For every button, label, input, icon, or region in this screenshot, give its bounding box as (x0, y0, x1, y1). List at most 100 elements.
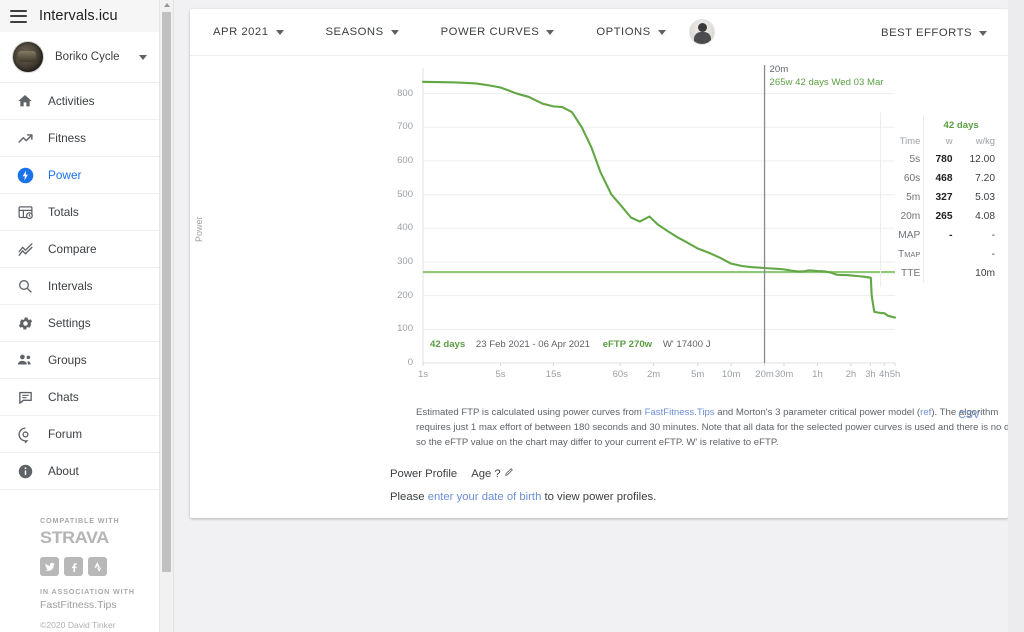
facebook-icon[interactable] (64, 557, 83, 576)
chevron-down-icon (979, 30, 987, 36)
legend-eftp: eFTP 270w (602, 339, 653, 350)
twitter-icon[interactable] (40, 557, 59, 576)
y-tick: 100 (397, 323, 413, 335)
table-row: TTE 10m (885, 264, 998, 283)
x-tick: 15s (545, 369, 562, 380)
row-time: MAP (898, 230, 921, 241)
table-header-row: Time w w/kg (885, 131, 998, 150)
sidebar-item-about[interactable]: About (0, 453, 159, 490)
page-right-edge (1008, 0, 1024, 632)
row-w: 780 (923, 150, 956, 169)
row-time: TMAP (898, 249, 921, 260)
x-tick: 5h (889, 369, 901, 380)
sidebar-item-settings[interactable]: Settings (0, 305, 159, 342)
scrollbar-thumb[interactable] (162, 12, 171, 572)
x-tick: 1h (812, 369, 823, 380)
sidebar-item-label: Fitness (48, 131, 87, 145)
menu-seasons[interactable]: SEASONS (317, 20, 408, 44)
row-w (923, 264, 956, 283)
scroll-up-arrow-icon[interactable] (163, 3, 170, 7)
power-curve-chart[interactable]: Power 0 100 200 300 400 500 600 700 800 1s 5s 15s 6… (190, 56, 1008, 401)
table-row: 5m 327 5.03 (885, 188, 998, 207)
profile-name: Boriko Cycle (55, 51, 120, 63)
table-row: 5s 780 12.00 (885, 150, 998, 169)
x-tick: 5m (691, 369, 705, 380)
menu-label: BEST EFFORTS (881, 27, 972, 39)
social-links (40, 557, 159, 576)
best-efforts-grid: 42 days Time w w/kg 5s 780 12.00 60s 468… (885, 116, 998, 283)
row-w (923, 245, 956, 264)
menu-best-efforts[interactable]: BEST EFFORTS (872, 21, 996, 45)
y-axis-label: Power (194, 216, 204, 242)
sidebar-scrollbar[interactable] (160, 0, 174, 632)
partner-link[interactable]: FastFitness.Tips (40, 599, 159, 611)
menu-options[interactable]: OPTIONS (587, 20, 674, 44)
sidebar-item-totals[interactable]: Totals (0, 194, 159, 231)
x-tick: 20m (755, 369, 774, 380)
row-wkg: 12.00 (969, 154, 996, 165)
menu-label: SEASONS (325, 26, 384, 38)
row-wkg: 7.20 (975, 173, 995, 184)
toolbar: APR 2021 SEASONS POWER CURVES OPTIONS BE… (190, 9, 1008, 56)
chevron-down-icon (275, 29, 284, 35)
chevron-down-icon (546, 29, 555, 35)
row-w: - (923, 226, 956, 245)
user-avatar[interactable] (688, 19, 715, 45)
y-tick: 300 (397, 255, 413, 267)
sidebar-item-label: Groups (48, 353, 87, 367)
best-efforts-table: 42 days Time w w/kg 5s 780 12.00 60s 468… (880, 112, 1008, 287)
row-w: 468 (923, 169, 956, 188)
power-profile-note: Please enter your date of birth to view … (390, 491, 656, 503)
hamburger-icon[interactable] (10, 9, 27, 23)
sidebar-item-label: Compare (48, 242, 97, 256)
table-row: TMAP - (885, 245, 998, 264)
x-tick: 2m (647, 369, 661, 380)
menu-date-range[interactable]: APR 2021 (204, 20, 293, 44)
sidebar-item-fitness[interactable]: Fitness (0, 120, 159, 157)
chat-icon (16, 388, 34, 406)
copyright: ©2020 David Tinker (40, 620, 116, 630)
chevron-down-icon[interactable] (139, 54, 147, 60)
ref-link[interactable]: ref (920, 407, 931, 418)
info-icon (16, 462, 34, 480)
x-tick: 4h (878, 369, 890, 380)
sidebar-item-compare[interactable]: Compare (0, 231, 159, 268)
menu-label: POWER CURVES (440, 26, 540, 38)
menu-power-curves[interactable]: POWER CURVES (432, 20, 564, 44)
sidebar-item-label: Activities (48, 94, 95, 108)
pencil-icon[interactable] (504, 467, 514, 480)
legend-wprime: W' 17400 J (662, 339, 711, 350)
sidebar-item-label: Forum (48, 427, 83, 441)
y-tick: 0 (407, 357, 413, 368)
profile-selector[interactable]: Boriko Cycle (0, 32, 159, 83)
sidebar-item-power[interactable]: Power (0, 157, 159, 194)
col-wkg: w/kg (975, 135, 995, 146)
row-time: 5s (909, 154, 921, 165)
row-w: 327 (923, 188, 956, 207)
table-clock-icon (16, 203, 34, 221)
sidebar-item-label: About (48, 464, 79, 478)
sidebar-item-intervals[interactable]: Intervals (0, 268, 159, 305)
gear-icon (16, 314, 34, 332)
row-time: 5m (906, 192, 921, 203)
ftp-explanation: Estimated FTP is calculated using power … (416, 405, 1024, 450)
x-tick: 10m (721, 369, 741, 380)
note-suffix: to view power profiles. (541, 491, 657, 503)
sidebar-item-activities[interactable]: Activities (0, 83, 159, 120)
csv-export-link[interactable]: CSV (958, 409, 980, 421)
dob-link[interactable]: enter your date of birth (428, 491, 542, 503)
compare-lines-icon (16, 240, 34, 258)
sidebar-header: Intervals.icu (0, 0, 159, 32)
strava-icon[interactable] (88, 557, 107, 576)
row-time: 60s (903, 173, 921, 184)
power-profile-title: Power Profile (390, 467, 458, 480)
row-wkg: - (991, 249, 995, 260)
sidebar-item-groups[interactable]: Groups (0, 342, 159, 379)
sidebar-item-label: Settings (48, 316, 91, 330)
sidebar-item-chats[interactable]: Chats (0, 379, 159, 416)
age-field[interactable]: Age ? (471, 467, 514, 480)
sidebar-item-forum[interactable]: Forum (0, 416, 159, 453)
fastfitness-link[interactable]: FastFitness.Tips (645, 407, 715, 418)
y-tick: 200 (397, 289, 413, 301)
sidebar-item-label: Power (48, 168, 82, 182)
